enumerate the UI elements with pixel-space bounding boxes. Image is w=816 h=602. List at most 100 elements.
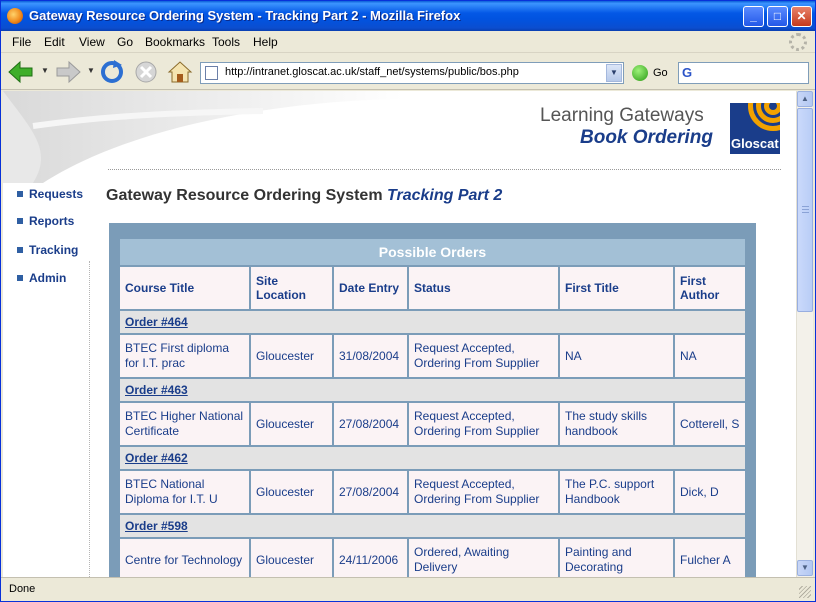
stop-icon [135, 61, 157, 83]
menu-file[interactable]: File [12, 35, 31, 49]
minimize-button[interactable]: _ [743, 6, 764, 27]
cell-site: Gloucester [251, 471, 332, 513]
order-link[interactable]: Order #464 [125, 315, 188, 329]
sidebar-item-label[interactable]: Admin [29, 271, 66, 285]
menu-bar: File Edit View Go Bookmarks Tools Help [1, 31, 815, 53]
cell-site: Gloucester [251, 335, 332, 377]
back-arrow-icon [8, 60, 33, 84]
brand-subtitle: Book Ordering [580, 127, 714, 148]
status-text: Done [9, 583, 36, 595]
table-row: Centre for Technology Gloucester 24/11/2… [120, 539, 745, 577]
browser-window: Gateway Resource Ordering System - Track… [0, 0, 816, 602]
table-row: BTEC First diploma for I.T. prac Glouces… [120, 335, 745, 377]
forward-arrow-icon [56, 60, 81, 84]
cell-first-title: NA [560, 335, 673, 377]
maximize-button[interactable]: □ [767, 6, 788, 27]
search-input[interactable]: G [678, 62, 809, 84]
cell-status: Request Accepted, Ordering From Supplier [409, 471, 558, 513]
header-divider [108, 169, 781, 170]
scroll-down-button[interactable]: ▼ [797, 560, 813, 576]
cell-site: Gloucester [251, 539, 332, 577]
sidebar-item-label[interactable]: Reports [29, 214, 74, 228]
sidebar-item-label[interactable]: Tracking [29, 243, 78, 257]
vertical-scrollbar[interactable]: ▲ ▼ [796, 91, 813, 577]
reload-icon [101, 60, 123, 83]
cell-first-author: Cotterell, S [675, 403, 745, 445]
throbber-icon [789, 33, 807, 51]
resize-grip-icon[interactable] [799, 586, 811, 598]
cell-course: BTEC Higher National Certificate [120, 403, 249, 445]
home-icon [167, 61, 193, 83]
column-header: First Author [675, 267, 745, 309]
close-button[interactable]: ✕ [791, 6, 812, 27]
page-viewport: Learning Gateways Book Ordering Gloscat … [3, 91, 796, 577]
page-icon [205, 66, 218, 80]
cell-course: Centre for Technology [120, 539, 249, 577]
go-icon[interactable] [632, 65, 648, 81]
scroll-up-button[interactable]: ▲ [797, 91, 813, 107]
cell-first-title: The study skills handbook [560, 403, 673, 445]
url-dropdown-icon[interactable]: ▼ [606, 64, 622, 82]
table-row: BTEC National Diploma for I.T. U Glouces… [120, 471, 745, 513]
cell-first-author: Dick, D [675, 471, 745, 513]
home-button[interactable] [167, 59, 193, 85]
cell-first-author: NA [675, 335, 745, 377]
orders-table: Possible Orders Course Title Site Locati… [118, 237, 747, 577]
page-title-accent: Tracking Part 2 [387, 187, 503, 204]
cell-status: Request Accepted, Ordering From Supplier [409, 335, 558, 377]
table-caption: Possible Orders [120, 239, 745, 265]
order-link[interactable]: Order #463 [125, 383, 188, 397]
search-engine-icon[interactable]: G [682, 65, 692, 80]
cell-first-title: The P.C. support Handbook [560, 471, 673, 513]
url-text[interactable]: http://intranet.gloscat.ac.uk/staff_net/… [225, 66, 519, 78]
forward-button[interactable] [54, 59, 81, 85]
table-row: BTEC Higher National Certificate Glouces… [120, 403, 745, 445]
sidebar-divider [89, 261, 90, 577]
reload-button[interactable] [99, 59, 125, 85]
firefox-icon [7, 8, 23, 24]
cell-date: 27/08/2004 [334, 403, 407, 445]
menu-help[interactable]: Help [253, 35, 278, 49]
bullet-icon [17, 247, 23, 253]
cell-status: Ordered, Awaiting Delivery [409, 539, 558, 577]
cell-status: Request Accepted, Ordering From Supplier [409, 403, 558, 445]
back-button[interactable] [7, 59, 33, 85]
gloscat-logo: Gloscat [730, 103, 780, 154]
status-bar: Done [1, 577, 815, 601]
logo-text: Gloscat [731, 136, 779, 151]
menu-go[interactable]: Go [117, 35, 133, 49]
cell-course: BTEC National Diploma for I.T. U [120, 471, 249, 513]
menu-tools[interactable]: Tools [212, 35, 240, 49]
order-header-row: Order #598 [120, 515, 745, 537]
menu-edit[interactable]: Edit [44, 35, 65, 49]
url-field[interactable]: http://intranet.gloscat.ac.uk/staff_net/… [200, 62, 624, 84]
navigation-toolbar: ▼ ▼ http://intranet.gloscat.ac.uk/staff_… [1, 54, 815, 90]
bullet-icon [17, 275, 23, 281]
cell-first-author: Fulcher A [675, 539, 745, 577]
menu-bookmarks[interactable]: Bookmarks [145, 35, 205, 49]
menu-view[interactable]: View [79, 35, 105, 49]
go-button[interactable]: Go [653, 67, 668, 79]
bullet-icon [17, 191, 23, 197]
scrollbar-thumb[interactable] [797, 108, 813, 312]
column-header: Course Title [120, 267, 249, 309]
back-dropdown-icon[interactable]: ▼ [41, 66, 49, 75]
forward-dropdown-icon[interactable]: ▼ [87, 66, 95, 75]
page-title: Gateway Resource Ordering System Trackin… [106, 187, 502, 205]
orders-panel: Possible Orders Course Title Site Locati… [109, 223, 756, 577]
bullet-icon [17, 218, 23, 224]
cell-course: BTEC First diploma for I.T. prac [120, 335, 249, 377]
order-link[interactable]: Order #598 [125, 519, 188, 533]
stop-button[interactable] [133, 59, 159, 85]
sidebar-item-label[interactable]: Requests [29, 187, 83, 201]
order-link[interactable]: Order #462 [125, 451, 188, 465]
column-header: Site Location [251, 267, 332, 309]
column-header: First Title [560, 267, 673, 309]
brand-title: Learning Gateways [540, 105, 704, 126]
order-header-row: Order #464 [120, 311, 745, 333]
order-header-row: Order #462 [120, 447, 745, 469]
cell-site: Gloucester [251, 403, 332, 445]
title-bar: Gateway Resource Ordering System - Track… [1, 1, 815, 31]
column-header: Status [409, 267, 558, 309]
cell-date: 31/08/2004 [334, 335, 407, 377]
